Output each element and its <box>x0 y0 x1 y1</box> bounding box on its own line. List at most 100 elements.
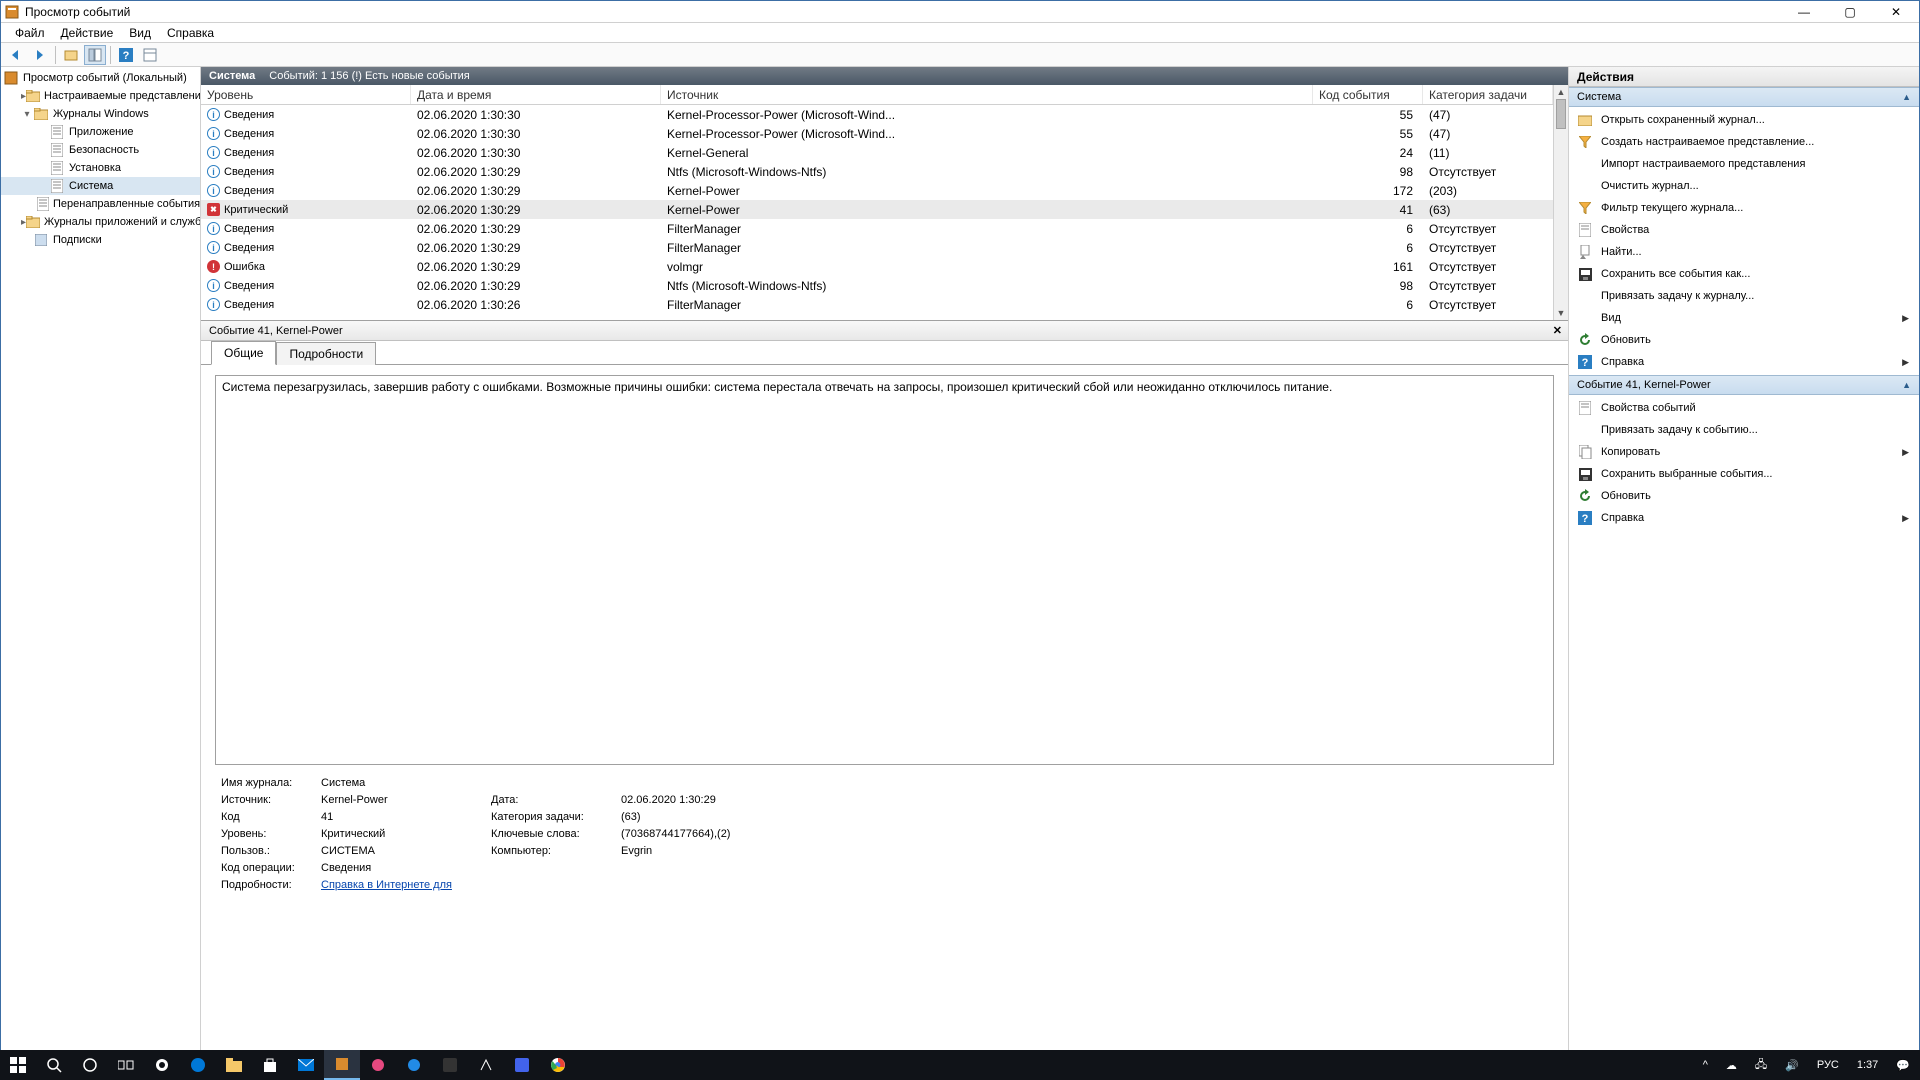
maximize-button[interactable]: ▢ <box>1827 1 1873 23</box>
toolbar-btn-2[interactable] <box>84 45 106 65</box>
table-row[interactable]: iСведения02.06.2020 1:30:30Kernel-Proces… <box>201 124 1553 143</box>
cell-category: (47) <box>1423 127 1553 141</box>
action-item[interactable]: Открыть сохраненный журнал... <box>1569 109 1919 131</box>
table-row[interactable]: iСведения02.06.2020 1:30:30Kernel-Genera… <box>201 143 1553 162</box>
actions-section-system[interactable]: Система ▲ <box>1569 87 1919 107</box>
col-source[interactable]: Источник <box>661 85 1313 104</box>
tree-label: Настраиваемые представления <box>44 90 200 102</box>
taskbar-app-6[interactable] <box>360 1050 396 1080</box>
cell-source: Kernel-General <box>661 146 1313 160</box>
folder-icon <box>26 89 40 103</box>
tray-cloud-icon[interactable]: ☁ <box>1720 1059 1743 1072</box>
action-item[interactable]: Создать настраиваемое представление... <box>1569 131 1919 153</box>
tree-root[interactable]: Просмотр событий (Локальный) <box>1 69 200 87</box>
action-item[interactable]: Свойства <box>1569 219 1919 241</box>
tray-clock[interactable]: 1:37 <box>1851 1059 1884 1071</box>
table-row[interactable]: !Ошибка02.06.2020 1:30:29volmgr161Отсутс… <box>201 257 1553 276</box>
menu-action[interactable]: Действие <box>53 24 122 42</box>
col-category[interactable]: Категория задачи <box>1423 85 1553 104</box>
action-item[interactable]: ?Справка▶ <box>1569 351 1919 373</box>
tree-item[interactable]: ▸Настраиваемые представления <box>1 87 200 105</box>
taskbar-app-10[interactable] <box>504 1050 540 1080</box>
taskbar-app-7[interactable] <box>396 1050 432 1080</box>
tree-item[interactable]: Приложение <box>1 123 200 141</box>
back-button[interactable] <box>5 45 27 65</box>
taskbar-explorer[interactable] <box>216 1050 252 1080</box>
table-row[interactable]: iСведения02.06.2020 1:30:29Ntfs (Microso… <box>201 276 1553 295</box>
action-item[interactable]: Вид▶ <box>1569 307 1919 329</box>
action-item[interactable]: Копировать▶ <box>1569 441 1919 463</box>
forward-button[interactable] <box>29 45 51 65</box>
table-row[interactable]: iСведения02.06.2020 1:30:29Ntfs (Microso… <box>201 162 1553 181</box>
toolbar-help-button[interactable]: ? <box>115 45 137 65</box>
action-item[interactable]: Обновить <box>1569 329 1919 351</box>
col-level[interactable]: Уровень <box>201 85 411 104</box>
taskbar-mail[interactable] <box>288 1050 324 1080</box>
search-button[interactable] <box>36 1050 72 1080</box>
tab-general[interactable]: Общие <box>211 341 276 365</box>
cell-code: 6 <box>1313 241 1423 255</box>
tree-item[interactable]: Подписки <box>1 231 200 249</box>
tray-expand-icon[interactable]: ^ <box>1697 1059 1714 1071</box>
tray-language[interactable]: РУС <box>1811 1059 1845 1071</box>
tree-item[interactable]: ▸Журналы приложений и служб <box>1 213 200 231</box>
tree-item[interactable]: Установка <box>1 159 200 177</box>
expand-icon[interactable]: ▾ <box>21 109 33 120</box>
taskbar-app-8[interactable] <box>432 1050 468 1080</box>
tree-label: Безопасность <box>69 144 139 156</box>
action-item[interactable]: Привязать задачу к журналу... <box>1569 285 1919 307</box>
table-row[interactable]: ✖Критический02.06.2020 1:30:29Kernel-Pow… <box>201 200 1553 219</box>
menu-view[interactable]: Вид <box>121 24 159 42</box>
tree-item[interactable]: Перенаправленные события <box>1 195 200 213</box>
col-datetime[interactable]: Дата и время <box>411 85 661 104</box>
table-row[interactable]: iСведения02.06.2020 1:30:30Kernel-Proces… <box>201 105 1553 124</box>
close-button[interactable]: ✕ <box>1873 1 1919 23</box>
table-row[interactable]: iСведения02.06.2020 1:30:26FilterManager… <box>201 295 1553 314</box>
action-item[interactable]: Сохранить выбранные события... <box>1569 463 1919 485</box>
action-item[interactable]: ?Справка▶ <box>1569 507 1919 529</box>
eventviewer-icon <box>3 71 19 85</box>
tray-network-icon[interactable]: 🖧 <box>1749 1056 1773 1075</box>
tab-details[interactable]: Подробности <box>276 342 376 365</box>
taskbar-chrome[interactable] <box>540 1050 576 1080</box>
tree-item[interactable]: Безопасность <box>1 141 200 159</box>
action-item[interactable]: Обновить <box>1569 485 1919 507</box>
menu-file[interactable]: Файл <box>7 24 53 42</box>
tree-label: Журналы приложений и служб <box>44 216 200 228</box>
taskbar-edge[interactable] <box>180 1050 216 1080</box>
action-item[interactable]: Сохранить все события как... <box>1569 263 1919 285</box>
prop-value: Критический <box>321 828 481 840</box>
action-item[interactable]: Найти... <box>1569 241 1919 263</box>
menu-help[interactable]: Справка <box>159 24 222 42</box>
table-row[interactable]: iСведения02.06.2020 1:30:29FilterManager… <box>201 219 1553 238</box>
info-icon: i <box>207 184 220 197</box>
action-item[interactable]: Свойства событий <box>1569 397 1919 419</box>
col-code[interactable]: Код события <box>1313 85 1423 104</box>
action-item[interactable]: Импорт настраиваемого представления <box>1569 153 1919 175</box>
cortana-button[interactable] <box>72 1050 108 1080</box>
table-row[interactable]: iСведения02.06.2020 1:30:29FilterManager… <box>201 238 1553 257</box>
tree-item[interactable]: ▾Журналы Windows <box>1 105 200 123</box>
taskbar-app-9[interactable] <box>468 1050 504 1080</box>
taskbar-app-1[interactable] <box>144 1050 180 1080</box>
start-button[interactable] <box>0 1050 36 1080</box>
taskbar-app-active[interactable] <box>324 1050 360 1080</box>
tree-item[interactable]: Система <box>1 177 200 195</box>
detail-close-button[interactable]: ✕ <box>1553 324 1562 337</box>
prop-value: Система <box>321 777 481 789</box>
toolbar-btn-1[interactable] <box>60 45 82 65</box>
action-item[interactable]: Привязать задачу к событию... <box>1569 419 1919 441</box>
actions-section-event[interactable]: Событие 41, Kernel-Power ▲ <box>1569 375 1919 395</box>
taskview-button[interactable] <box>108 1050 144 1080</box>
online-help-link[interactable]: Справка в Интернете для <box>321 879 481 891</box>
grid-vertical-scrollbar[interactable]: ▲▼ <box>1553 85 1568 320</box>
taskbar-store[interactable] <box>252 1050 288 1080</box>
tray-volume-icon[interactable]: 🔊 <box>1779 1059 1805 1072</box>
action-item[interactable]: Очистить журнал... <box>1569 175 1919 197</box>
minimize-button[interactable]: — <box>1781 1 1827 23</box>
cell-source: Kernel-Processor-Power (Microsoft-Wind..… <box>661 127 1313 141</box>
action-item[interactable]: Фильтр текущего журнала... <box>1569 197 1919 219</box>
table-row[interactable]: iСведения02.06.2020 1:30:29Kernel-Power1… <box>201 181 1553 200</box>
toolbar-btn-4[interactable] <box>139 45 161 65</box>
tray-notifications-icon[interactable]: 💬 <box>1890 1059 1916 1072</box>
